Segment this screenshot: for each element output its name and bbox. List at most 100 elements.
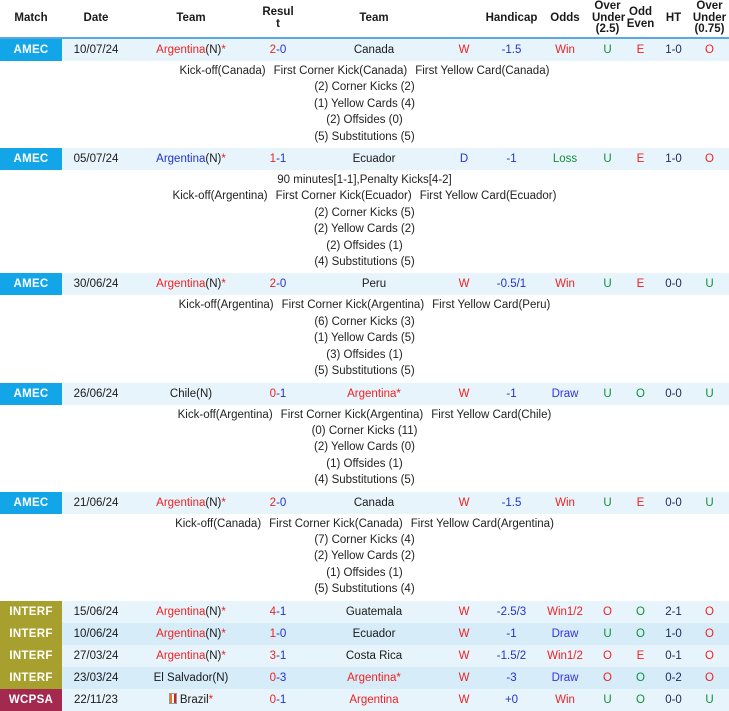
match-score[interactable]: 0-1: [252, 383, 304, 405]
odds-value: Win: [539, 38, 591, 61]
col-header-ht[interactable]: HT: [657, 0, 690, 38]
col-header-team-home[interactable]: Team: [130, 0, 252, 38]
league-badge: AMEC: [0, 39, 62, 61]
detail-kickoff: Kick-off(Argentina): [173, 190, 268, 202]
col-header-result-line2: t: [276, 18, 280, 30]
table-row[interactable]: AMEC10/07/24Argentina(N)*2-0CanadaW-1.5W…: [0, 38, 729, 61]
table-row[interactable]: AMEC30/06/24Argentina(N)*2-0PeruW-0.5/1W…: [0, 273, 729, 295]
score-away: -1: [276, 606, 286, 618]
home-team[interactable]: El Salvador(N): [130, 667, 252, 689]
detail-corner-kicks: (0) Corner Kicks (11): [0, 423, 729, 439]
away-team[interactable]: Argentina: [304, 689, 444, 711]
detail-offsides: (3) Offsides (1): [0, 347, 729, 363]
league-badge-cell[interactable]: INTERF: [0, 601, 62, 623]
home-team[interactable]: Argentina(N)*: [130, 492, 252, 514]
detail-corner-kicks: (6) Corner Kicks (3): [0, 314, 729, 330]
over-under-075-value: O: [690, 148, 729, 170]
over-under-075-value: O: [690, 38, 729, 61]
detail-corner-kicks: (7) Corner Kicks (4): [0, 532, 729, 548]
match-score[interactable]: 4-1: [252, 601, 304, 623]
handicap-value: -0.5/1: [484, 273, 539, 295]
match-date: 23/03/24: [62, 667, 130, 689]
over-under-25-value: O: [591, 667, 624, 689]
col-header-over-under-25[interactable]: Over Under (2.5): [591, 0, 624, 38]
table-row[interactable]: AMEC21/06/24Argentina(N)*2-0CanadaW-1.5W…: [0, 492, 729, 514]
table-row[interactable]: INTERF15/06/24Argentina(N)*4-1GuatemalaW…: [0, 601, 729, 623]
match-date: 26/06/24: [62, 383, 130, 405]
home-team-star: *: [221, 497, 225, 509]
away-team[interactable]: Guatemala: [304, 601, 444, 623]
over-under-075-value: O: [690, 601, 729, 623]
table-row[interactable]: INTERF10/06/24Argentina(N)*1-0EcuadorW-1…: [0, 623, 729, 645]
odds-value: Win: [539, 273, 591, 295]
table-row[interactable]: WCPSA22/11/23Brazil*0-1ArgentinaW+0WinUO…: [0, 689, 729, 711]
league-badge: INTERF: [0, 645, 62, 667]
half-time-score: 0-0: [657, 383, 690, 405]
odds-value: Win1/2: [539, 601, 591, 623]
table-row[interactable]: INTERF23/03/24El Salvador(N)0-3Argentina…: [0, 667, 729, 689]
home-team[interactable]: Argentina(N)*: [130, 645, 252, 667]
detail-offsides: (1) Offsides (1): [0, 456, 729, 472]
match-score[interactable]: 1-0: [252, 623, 304, 645]
col-header-date[interactable]: Date: [62, 0, 130, 38]
ou075-line1: Over: [696, 0, 722, 12]
home-team-label: Argentina: [156, 606, 205, 618]
score-away: -1: [276, 153, 286, 165]
league-badge: AMEC: [0, 383, 62, 405]
match-score[interactable]: 2-0: [252, 273, 304, 295]
league-badge-cell[interactable]: INTERF: [0, 645, 62, 667]
league-badge-cell[interactable]: AMEC: [0, 492, 62, 514]
odds-value: Win: [539, 689, 591, 711]
league-badge-cell[interactable]: INTERF: [0, 667, 62, 689]
score-away: -3: [276, 672, 286, 684]
col-header-handicap[interactable]: Handicap: [484, 0, 539, 38]
home-team[interactable]: Argentina(N)*: [130, 601, 252, 623]
away-team[interactable]: Canada: [304, 38, 444, 61]
half-time-score: 0-0: [657, 492, 690, 514]
away-team[interactable]: Costa Rica: [304, 645, 444, 667]
col-header-odd-even[interactable]: Odd Even: [624, 0, 657, 38]
away-team[interactable]: Ecuador: [304, 623, 444, 645]
match-score[interactable]: 1-1: [252, 148, 304, 170]
score-away: -0: [276, 497, 286, 509]
match-date: 10/07/24: [62, 38, 130, 61]
home-team[interactable]: Argentina(N)*: [130, 148, 252, 170]
table-row[interactable]: AMEC05/07/24Argentina(N)*1-1EcuadorD-1Lo…: [0, 148, 729, 170]
detail-kickoff: Kick-off(Canada): [175, 518, 261, 530]
detail-yellow-cards: (1) Yellow Cards (5): [0, 330, 729, 346]
table-row[interactable]: INTERF27/03/24Argentina(N)*3-1Costa Rica…: [0, 645, 729, 667]
col-header-odds[interactable]: Odds: [539, 0, 591, 38]
home-team[interactable]: Argentina(N)*: [130, 38, 252, 61]
result-indicator: W: [444, 273, 484, 295]
home-team[interactable]: Chile(N): [130, 383, 252, 405]
match-score[interactable]: 0-3: [252, 667, 304, 689]
away-team[interactable]: Argentina*: [304, 667, 444, 689]
league-badge-cell[interactable]: WCPSA: [0, 689, 62, 711]
match-score[interactable]: 2-0: [252, 38, 304, 61]
league-badge-cell[interactable]: AMEC: [0, 273, 62, 295]
league-badge-cell[interactable]: AMEC: [0, 38, 62, 61]
away-team[interactable]: Peru: [304, 273, 444, 295]
match-score[interactable]: 3-1: [252, 645, 304, 667]
home-team-star: *: [221, 606, 225, 618]
table-row[interactable]: AMEC26/06/24Chile(N)0-1Argentina*W-1Draw…: [0, 383, 729, 405]
league-badge-cell[interactable]: AMEC: [0, 383, 62, 405]
col-header-team-away[interactable]: Team: [304, 0, 444, 38]
col-header-match[interactable]: Match: [0, 0, 62, 38]
col-header-result[interactable]: Resul t: [252, 0, 304, 38]
home-team-venue: (N): [205, 497, 221, 509]
match-score[interactable]: 0-1: [252, 689, 304, 711]
league-badge-cell[interactable]: INTERF: [0, 623, 62, 645]
home-team[interactable]: Argentina(N)*: [130, 273, 252, 295]
home-team[interactable]: Argentina(N)*: [130, 623, 252, 645]
league-badge-cell[interactable]: AMEC: [0, 148, 62, 170]
away-team[interactable]: Canada: [304, 492, 444, 514]
away-team[interactable]: Ecuador: [304, 148, 444, 170]
col-header-over-under-075[interactable]: Over Under (0.75): [690, 0, 729, 38]
away-team[interactable]: Argentina*: [304, 383, 444, 405]
league-badge: INTERF: [0, 601, 62, 623]
oddeven-line2: Even: [627, 18, 655, 30]
half-time-score: 2-1: [657, 601, 690, 623]
match-score[interactable]: 2-0: [252, 492, 304, 514]
home-team[interactable]: Brazil*: [130, 689, 252, 711]
